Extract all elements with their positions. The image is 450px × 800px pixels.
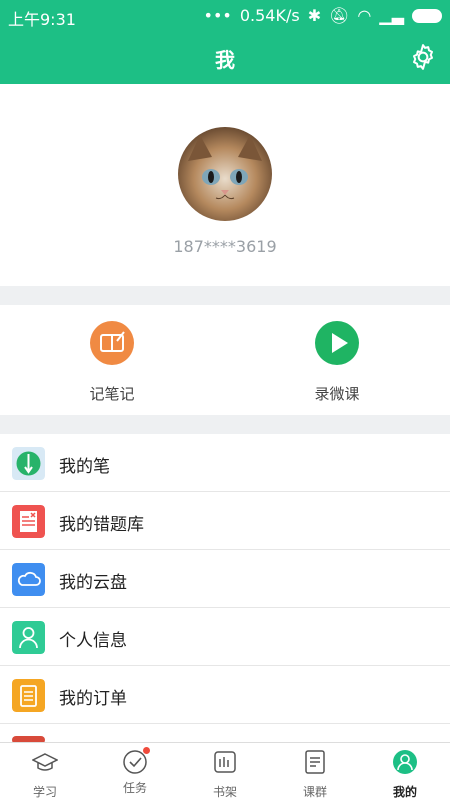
bottom-tab-bar: 学习 任务 书架 课群 我的 xyxy=(0,742,450,800)
signal-icon: ▁▃ xyxy=(379,6,404,25)
status-icons: ••• 0.54K/s ✱ 🔕︎ ◠ ▁▃ xyxy=(204,6,442,25)
menu-label: 我的订单 xyxy=(59,689,127,709)
menu-item-my-pen[interactable]: 我的笔 xyxy=(0,434,450,492)
menu-label: 我的笔 xyxy=(59,457,110,477)
menu-item-cloud-drive[interactable]: 我的云盘 xyxy=(0,550,450,608)
mute-icon: 🔕︎ xyxy=(329,6,350,25)
user-icon xyxy=(12,621,45,654)
take-note-action[interactable]: 记笔记 xyxy=(52,321,172,404)
more-dots-icon: ••• xyxy=(203,6,232,25)
wifi-icon: ◠ xyxy=(357,6,372,25)
error-book-icon xyxy=(12,505,45,538)
menu-item-personal-info[interactable]: 个人信息 xyxy=(0,608,450,666)
notebook-icon xyxy=(90,321,134,365)
network-speed: 0.54K/s xyxy=(239,6,300,25)
battery-icon xyxy=(412,8,442,23)
settings-gear-icon[interactable] xyxy=(408,42,438,72)
status-bar: 上午9:31 ••• 0.54K/s ✱ 🔕︎ ◠ ▁▃ xyxy=(0,0,450,32)
page-title: 我 xyxy=(215,48,235,72)
tab-label: 任务 xyxy=(122,781,147,795)
menu-label: 我的错题库 xyxy=(59,515,144,535)
cloud-icon xyxy=(12,563,45,596)
menu-label: 个人信息 xyxy=(59,631,127,651)
quick-actions: 记笔记 录微课 xyxy=(0,305,450,415)
notification-dot xyxy=(143,747,150,754)
tab-tasks[interactable]: 任务 xyxy=(90,747,180,796)
menu-label: 我的云盘 xyxy=(59,573,127,593)
menu-item-my-orders[interactable]: 我的订单 xyxy=(0,666,450,724)
status-time: 上午9:31 xyxy=(8,10,76,29)
take-note-label: 记笔记 xyxy=(89,385,135,403)
tasks-tab-icon xyxy=(122,747,150,775)
tab-label: 学习 xyxy=(32,785,57,799)
record-microclass-action[interactable]: 录微课 xyxy=(277,321,397,404)
tab-bookshelf[interactable]: 书架 xyxy=(180,749,270,800)
avatar[interactable] xyxy=(178,127,272,221)
user-circle-icon xyxy=(393,750,417,774)
tab-mine[interactable]: 我的 xyxy=(360,749,450,800)
kitten-avatar-image xyxy=(178,127,272,221)
clipboard-icon xyxy=(12,679,45,712)
document-list-icon xyxy=(305,750,325,774)
tab-label: 书架 xyxy=(212,785,237,799)
tab-label: 课群 xyxy=(302,785,327,799)
pen-icon xyxy=(12,447,45,480)
tab-class-groups[interactable]: 课群 xyxy=(270,749,360,800)
menu-list: 我的笔 我的错题库 我的云盘 个人信息 我的订单 xyxy=(0,434,450,745)
graduation-cap-icon xyxy=(31,753,59,771)
record-microclass-label: 录微课 xyxy=(314,385,360,403)
bluetooth-icon: ✱ xyxy=(307,6,322,25)
tab-label: 我的 xyxy=(392,785,417,799)
bookshelf-icon xyxy=(214,751,236,773)
app-header: 我 xyxy=(0,32,450,84)
play-icon xyxy=(315,321,359,365)
tab-study[interactable]: 学习 xyxy=(0,749,90,800)
profile-card: 187****3619 xyxy=(0,84,450,286)
phone-number: 187****3619 xyxy=(173,237,277,256)
menu-item-wrong-questions[interactable]: 我的错题库 xyxy=(0,492,450,550)
